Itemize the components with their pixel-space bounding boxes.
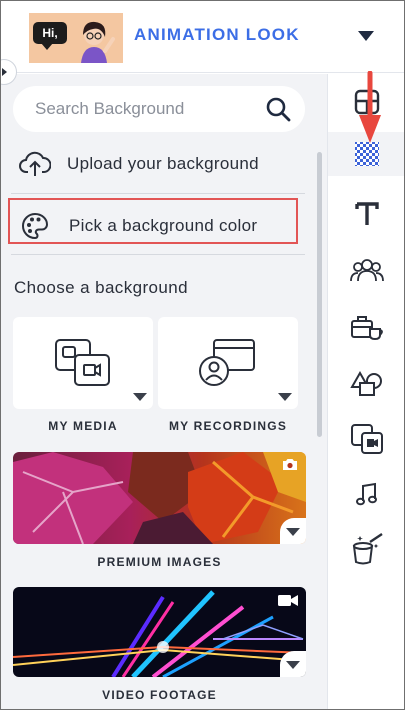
chevron-down-icon[interactable] [353,23,381,49]
tile-label: MY MEDIA [48,419,118,433]
search-box [13,86,305,132]
dropdown-icon[interactable] [272,383,298,409]
camera-icon [283,459,297,470]
video-camera-icon [278,595,298,606]
media-icon [350,424,383,454]
tile-label: MY RECORDINGS [168,419,288,433]
characters-tool[interactable] [328,248,404,292]
project-title: ANIMATION LOOK [134,25,300,44]
header: Hi, ANIMATION LOOK [1,1,404,73]
dropdown-icon[interactable] [127,383,153,409]
my-recordings-tile[interactable] [158,317,298,409]
video-footage-tile[interactable] [13,587,306,677]
autumn-leaves-image [13,452,306,544]
red-arrow-annotation [359,71,381,143]
dropdown-icon[interactable] [280,651,306,677]
search-icon[interactable] [265,96,291,122]
palette-icon [21,211,55,241]
props-tool[interactable] [328,305,404,349]
premium-images-tile[interactable] [13,452,306,544]
media-icon [55,339,110,386]
shapes-tool[interactable] [328,361,404,405]
background-panel: Upload your background Pick a background… [1,74,327,709]
text-tool[interactable] [328,192,404,236]
scene-thumbnail[interactable]: Hi, [29,13,123,63]
my-media-tile[interactable] [13,317,153,409]
music-tool[interactable] [328,472,404,516]
search-input[interactable] [35,97,255,121]
shapes-icon [349,370,382,396]
speech-bubble: Hi, [33,22,67,50]
effects-icon [352,533,383,565]
character-illustration [81,21,115,63]
thumbnail-text: Hi, [42,26,58,40]
light-trails-image [13,587,306,677]
dropdown-icon[interactable] [280,518,306,544]
panel-scrollbar[interactable] [317,152,322,437]
props-icon [350,316,383,341]
text-icon [354,202,379,225]
pick-background-color-button[interactable]: Pick a background color [21,206,257,246]
section-title: Choose a background [14,278,188,297]
effects-tool[interactable] [328,527,404,571]
tool-sidebar [327,74,404,709]
tile-label: VIDEO FOOTAGE [102,688,217,702]
upload-background-button[interactable]: Upload your background [19,144,259,184]
characters-icon [349,259,384,282]
recordings-icon [199,339,255,386]
app-window: Hi, ANIMATION LOOK Search Background Upl… [0,0,405,710]
upload-label: Upload your background [67,154,259,173]
divider [11,254,305,255]
pick-color-label: Pick a background color [69,216,258,235]
cloud-upload-icon [19,149,53,179]
divider [11,193,305,194]
media-tool[interactable] [328,417,404,461]
music-icon [355,482,377,506]
tile-label: PREMIUM IMAGES [97,555,222,569]
